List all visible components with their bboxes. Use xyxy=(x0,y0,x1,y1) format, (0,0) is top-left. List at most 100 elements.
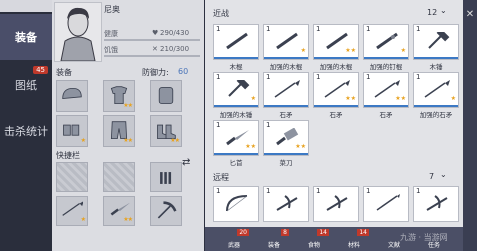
item-count: 1 xyxy=(366,25,371,33)
durability-bar xyxy=(264,153,308,155)
backpack-icon xyxy=(158,87,174,105)
melee-item-card[interactable]: 1 ★★ xyxy=(363,72,409,108)
nav-equip-button[interactable]: 装备 xyxy=(0,14,52,60)
star-rating: ★★ xyxy=(345,47,356,54)
durability-bar xyxy=(414,57,458,59)
melee-item-card[interactable]: 1 ★★ xyxy=(313,72,359,108)
star-rating: ★★ xyxy=(123,102,133,109)
portrait-figure-icon xyxy=(60,7,96,62)
tab-count-badge: 8 xyxy=(281,229,289,236)
quick-slot[interactable] xyxy=(103,162,135,192)
hunger-fork-icon: ✕ xyxy=(152,45,158,53)
ranged-item-card[interactable]: 1 xyxy=(413,186,459,222)
melee-item-card[interactable]: 1 ★★ xyxy=(313,24,359,60)
durability-bar xyxy=(264,105,308,107)
quick-slot[interactable] xyxy=(150,162,182,192)
spear-icon xyxy=(274,80,300,98)
item-count: 1 xyxy=(366,73,371,81)
equip-slot[interactable] xyxy=(56,80,88,112)
item-count: 1 xyxy=(366,187,371,195)
item-count: 1 xyxy=(416,25,421,33)
equip-slot[interactable]: ★★ xyxy=(150,115,182,147)
star-rating: ★★ xyxy=(245,143,256,150)
nav-kills-button[interactable]: 击杀统计 xyxy=(0,108,52,154)
nav-blueprint-label: 图纸 xyxy=(15,79,37,92)
inventory-panel: 近战 12 ⌄ 1 木棍 1 ★ 加强的木棍 1 ★★ 加强的木棍 1 ★ 加强的钉棍 1 木锤 1 ★ 加强… xyxy=(205,0,463,251)
item-name: 加强的木棍 xyxy=(269,63,303,71)
star-rating: ★★ xyxy=(123,216,133,223)
empty-icon xyxy=(108,167,130,189)
tab-label: 武器 xyxy=(227,242,240,249)
item-name: 石矛 xyxy=(329,111,343,119)
blueprint-count-badge: 45 xyxy=(33,66,48,74)
item-name: 石矛 xyxy=(279,111,293,119)
ranged-item-card[interactable]: 1 xyxy=(313,186,359,222)
equip-slot[interactable]: ★★ xyxy=(103,115,135,147)
tab-count-badge: 14 xyxy=(317,229,329,236)
quick-slot[interactable] xyxy=(56,162,88,192)
item-name: 加强的钉棍 xyxy=(369,63,403,71)
item-name: 加强的木锤 xyxy=(219,111,253,119)
item-count: 1 xyxy=(316,73,321,81)
equip-slot[interactable]: ★ xyxy=(56,115,88,147)
item-count: 1 xyxy=(216,25,221,33)
star-rating: ★★ xyxy=(295,143,306,150)
swap-icon[interactable]: ⇄ xyxy=(182,157,190,168)
tab-count-badge: 14 xyxy=(357,229,369,236)
hunger-value: 210/300 xyxy=(160,45,190,53)
melee-collapse-icon[interactable]: ⌄ xyxy=(440,6,447,15)
star-rating: ★★ xyxy=(345,95,356,102)
durability-bar xyxy=(414,105,458,107)
tab-count-badge: 20 xyxy=(237,229,249,236)
melee-count: 12 xyxy=(427,8,438,17)
category-tab[interactable]: 8 装备 xyxy=(259,229,289,249)
melee-item-card[interactable]: 1 ★ xyxy=(363,24,409,60)
left-nav: 装备 45 图纸 击杀统计 xyxy=(0,0,52,251)
character-name: 尼奥 xyxy=(104,5,120,14)
melee-item-card[interactable]: 1 ★ xyxy=(213,72,259,108)
item-count: 1 xyxy=(266,187,271,195)
hp-label: 健康 xyxy=(104,30,118,38)
quick-slot[interactable]: ★ xyxy=(56,196,88,226)
category-tab[interactable]: 14 材料 xyxy=(339,229,369,249)
ammo-icon xyxy=(160,172,172,184)
quick-slot[interactable] xyxy=(150,196,182,226)
crossbow-icon xyxy=(326,195,348,211)
star-rating: ★★ xyxy=(123,137,133,144)
equip-slot[interactable]: ★★ xyxy=(103,80,135,112)
stick-icon xyxy=(276,32,298,50)
durability-bar xyxy=(264,57,308,59)
top-strip xyxy=(0,0,52,12)
item-count: 1 xyxy=(266,73,271,81)
category-tab[interactable]: 20 武器 xyxy=(219,229,249,249)
bow-icon xyxy=(226,195,248,212)
ranged-item-card[interactable]: 1 xyxy=(363,186,409,222)
melee-item-card[interactable]: 1 xyxy=(263,72,309,108)
ranged-item-card[interactable]: 1 xyxy=(263,186,309,222)
star-rating: ★★ xyxy=(395,95,406,102)
close-icon[interactable]: ✕ xyxy=(463,8,477,22)
ranged-item-card[interactable]: 1 xyxy=(213,186,259,222)
hunger-bar xyxy=(104,55,200,57)
melee-item-card[interactable]: 1 ★★ xyxy=(213,120,259,156)
tab-label: 装备 xyxy=(267,242,280,249)
durability-bar xyxy=(314,105,358,107)
melee-item-card[interactable]: 1 ★★ xyxy=(263,120,309,156)
pickaxe-icon xyxy=(157,201,177,219)
quick-slot[interactable]: ★★ xyxy=(103,196,135,226)
nav-equip-label: 装备 xyxy=(15,31,37,44)
durability-bar xyxy=(214,105,258,107)
hp-heart-icon: ♥ xyxy=(152,29,159,37)
item-count: 1 xyxy=(216,73,221,81)
quickbar-label: 快捷栏 xyxy=(56,151,80,160)
item-name: 木锤 xyxy=(429,63,443,71)
melee-item-card[interactable]: 1 xyxy=(413,24,459,60)
nav-blueprint-button[interactable]: 45 图纸 xyxy=(0,62,52,108)
melee-item-card[interactable]: 1 ★ xyxy=(413,72,459,108)
equip-slot[interactable] xyxy=(150,80,182,112)
melee-item-card[interactable]: 1 xyxy=(213,24,259,60)
melee-item-card[interactable]: 1 ★ xyxy=(263,24,309,60)
category-tab[interactable]: 14 食物 xyxy=(299,229,329,249)
ranged-collapse-icon[interactable]: ⌄ xyxy=(440,170,447,179)
star-rating: ★ xyxy=(450,95,456,102)
